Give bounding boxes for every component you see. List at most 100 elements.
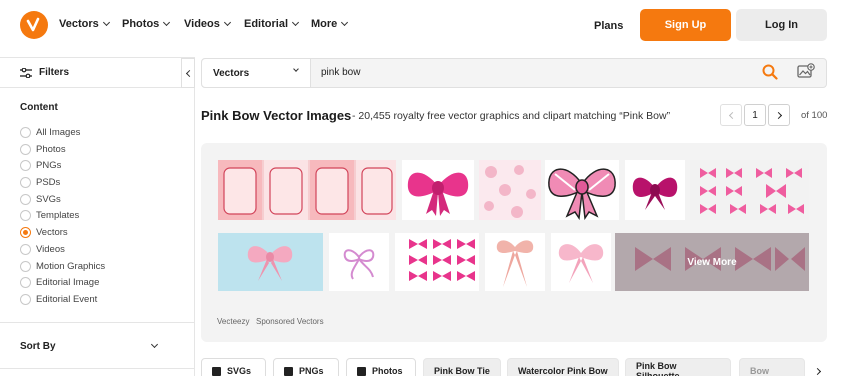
thumbnail-magenta-bow[interactable] xyxy=(402,160,474,220)
pattern-icon xyxy=(484,165,536,218)
logo[interactable] xyxy=(20,11,48,39)
filters-header[interactable]: Filters xyxy=(0,58,194,88)
option-editorial-image[interactable]: Editorial Image xyxy=(20,277,99,288)
option-videos[interactable]: Videos xyxy=(20,244,65,255)
png-file-icon xyxy=(284,366,293,376)
chip-watercolor-pink-bow[interactable]: Watercolor Pink Bow xyxy=(507,358,619,376)
login-button[interactable]: Log In xyxy=(736,9,827,41)
thumbnail-light-bow[interactable] xyxy=(551,233,611,291)
ribbon-icon xyxy=(343,249,375,280)
option-psds[interactable]: PSDs xyxy=(20,177,60,188)
chip-label: Bow xyxy=(750,366,769,376)
chevron-right-icon xyxy=(813,367,821,375)
option-label: PSDs xyxy=(36,177,61,188)
radio[interactable] xyxy=(20,277,31,288)
radio[interactable] xyxy=(20,261,31,272)
thumbnail-bow-pattern[interactable] xyxy=(479,160,541,220)
bow-icon xyxy=(558,244,604,283)
option-vectors[interactable]: Vectors xyxy=(20,227,68,238)
plans-link[interactable]: Plans xyxy=(594,20,623,32)
thumbnail-pink-frames[interactable] xyxy=(218,160,396,220)
bow-icon xyxy=(632,177,678,210)
chips-next-button[interactable] xyxy=(808,358,828,376)
image-search-icon[interactable] xyxy=(797,63,815,79)
option-label: SVGs xyxy=(36,194,61,205)
sponsor-provider[interactable]: Vecteezy xyxy=(217,317,249,326)
chip-label: PNGs xyxy=(299,366,324,376)
thumbnail-ribbon-bow[interactable] xyxy=(329,233,389,291)
bow-icon xyxy=(407,172,469,216)
view-more-button[interactable]: View More xyxy=(615,233,809,291)
nav-videos[interactable]: Videos xyxy=(184,18,231,30)
collapse-sidebar-button[interactable] xyxy=(181,58,195,88)
signup-button[interactable]: Sign Up xyxy=(640,9,731,41)
nav-more[interactable]: More xyxy=(311,18,349,30)
chevron-down-icon xyxy=(163,18,171,27)
sponsored-label: Sponsored Vectors xyxy=(256,317,324,326)
nav-label: Photos xyxy=(122,18,160,30)
bow-set-icon xyxy=(700,168,804,214)
chip-label: Watercolor Pink Bow xyxy=(518,366,608,376)
thumbnail-bow-set[interactable] xyxy=(690,160,809,220)
radio[interactable] xyxy=(20,294,31,305)
option-templates[interactable]: Templates xyxy=(20,210,79,221)
chip-pink-bow-tie[interactable]: Pink Bow Tie xyxy=(423,358,501,376)
nav-label: Videos xyxy=(184,18,220,30)
chevron-left-icon xyxy=(728,111,736,119)
option-photos[interactable]: Photos xyxy=(20,144,66,155)
filters-label: Filters xyxy=(39,67,70,78)
chip-svgs[interactable]: SVGs xyxy=(201,358,266,376)
thumbnail-bow-grid[interactable] xyxy=(395,233,479,291)
next-page-button[interactable] xyxy=(768,104,790,126)
asset-type-select[interactable]: Vectors xyxy=(202,59,311,87)
radio[interactable] xyxy=(20,160,31,171)
radio[interactable] xyxy=(20,194,31,205)
v-logo-icon xyxy=(26,17,40,32)
page-number-input[interactable]: 1 xyxy=(744,104,766,126)
page-title: Pink Bow Vector Images xyxy=(201,108,352,123)
option-label: Photos xyxy=(36,144,66,155)
radio[interactable] xyxy=(20,210,31,221)
search-input[interactable]: pink bow xyxy=(321,67,360,78)
plaid-bow-icon xyxy=(548,168,616,220)
radio[interactable] xyxy=(20,244,31,255)
chip-photos[interactable]: Photos xyxy=(346,358,416,376)
radio[interactable] xyxy=(20,177,31,188)
sliders-icon xyxy=(20,67,32,78)
nav-vectors[interactable]: Vectors xyxy=(59,18,110,30)
thumbnail-plaid-bow[interactable] xyxy=(545,160,619,220)
option-label: Templates xyxy=(36,210,80,221)
chip-pngs[interactable]: PNGs xyxy=(273,358,339,376)
chevron-down-icon xyxy=(102,18,110,27)
option-pngs[interactable]: PNGs xyxy=(20,160,61,171)
thumbnail-peach-bow[interactable] xyxy=(485,233,545,291)
sort-by-header[interactable]: Sort By xyxy=(20,341,56,352)
page-total: of 100 xyxy=(801,110,828,121)
chevron-down-icon xyxy=(293,66,299,72)
option-motion-graphics[interactable]: Motion Graphics xyxy=(20,261,105,272)
chip-bow[interactable]: Bow xyxy=(739,358,805,376)
search-bar: Vectors pink bow xyxy=(201,58,827,88)
radio[interactable] xyxy=(20,144,31,155)
divider xyxy=(0,368,195,369)
prev-page-button[interactable] xyxy=(720,104,742,126)
option-svgs[interactable]: SVGs xyxy=(20,194,61,205)
thumbnail-bow-blue[interactable] xyxy=(218,233,323,291)
results-count: - 20,455 royalty free vector graphics an… xyxy=(352,110,671,122)
option-label: Vectors xyxy=(36,227,68,238)
nav-photos[interactable]: Photos xyxy=(122,18,171,30)
option-editorial-event[interactable]: Editorial Event xyxy=(20,294,97,305)
nav-label: Vectors xyxy=(59,18,99,30)
top-nav: Vectors Photos Videos Editorial More Pla… xyxy=(0,0,855,56)
chip-pink-bow-silhouette[interactable]: Pink Bow Silhouette xyxy=(625,358,731,376)
chevron-down-icon xyxy=(223,18,231,27)
option-all-images[interactable]: All Images xyxy=(20,127,80,138)
search-icon[interactable] xyxy=(762,64,778,80)
option-label: Editorial Event xyxy=(36,294,98,305)
radio[interactable] xyxy=(20,127,31,138)
thumbnail-dark-bow[interactable] xyxy=(625,160,685,220)
nav-editorial[interactable]: Editorial xyxy=(244,18,300,30)
chip-label: SVGs xyxy=(227,366,252,376)
radio-selected[interactable] xyxy=(20,227,31,238)
nav-label: Editorial xyxy=(244,18,289,30)
